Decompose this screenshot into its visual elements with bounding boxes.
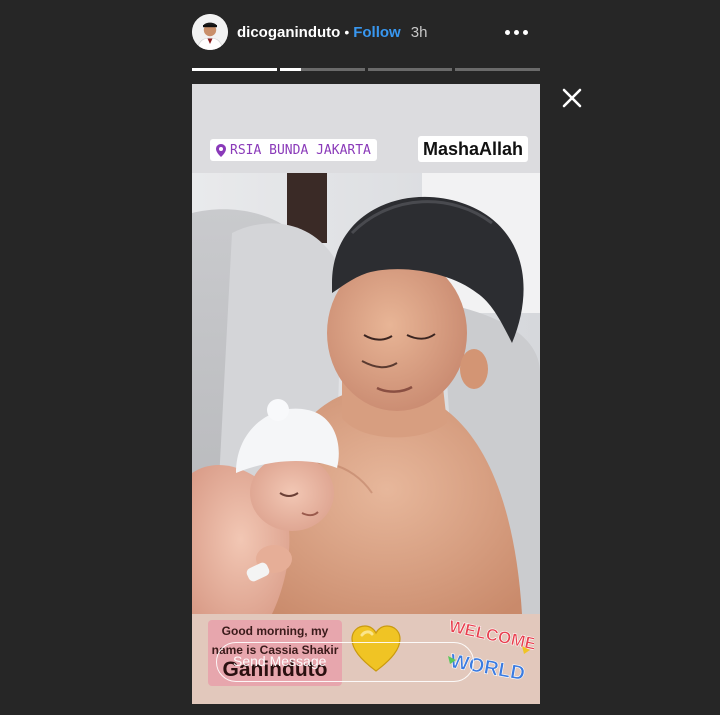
story-content[interactable]: RSIA BUNDA JAKARTA MashaAllah Good morni… bbox=[192, 84, 540, 704]
text-sticker: MashaAllah bbox=[417, 136, 528, 162]
send-message-placeholder: Send Message bbox=[233, 653, 327, 669]
progress-segment bbox=[192, 68, 277, 71]
story-viewer: dicoganinduto • Follow 3h RSIA BUNDA JAK… bbox=[0, 0, 720, 715]
avatar[interactable] bbox=[192, 14, 228, 50]
story-progress-bar bbox=[192, 68, 540, 71]
more-options-icon[interactable] bbox=[505, 23, 529, 41]
post-time: 3h bbox=[410, 23, 428, 41]
avatar-image bbox=[192, 14, 228, 50]
progress-fill bbox=[279, 68, 301, 71]
progress-fill bbox=[192, 68, 277, 71]
location-sticker[interactable]: RSIA BUNDA JAKARTA bbox=[210, 139, 377, 161]
close-icon[interactable] bbox=[560, 86, 584, 110]
send-message-input[interactable]: Send Message bbox=[216, 642, 474, 682]
story-photo bbox=[192, 173, 540, 614]
username[interactable]: dicoganinduto bbox=[237, 24, 340, 41]
location-pin-icon bbox=[216, 143, 226, 157]
progress-segment bbox=[367, 68, 453, 71]
follow-button[interactable]: Follow bbox=[353, 24, 401, 41]
caption-line-1: Good morning, my bbox=[221, 624, 329, 638]
story-header: dicoganinduto • Follow 3h bbox=[192, 14, 540, 50]
progress-segment bbox=[455, 68, 540, 71]
progress-segment bbox=[279, 68, 365, 71]
location-label: RSIA BUNDA JAKARTA bbox=[230, 142, 371, 158]
separator-dot: • bbox=[344, 24, 350, 40]
